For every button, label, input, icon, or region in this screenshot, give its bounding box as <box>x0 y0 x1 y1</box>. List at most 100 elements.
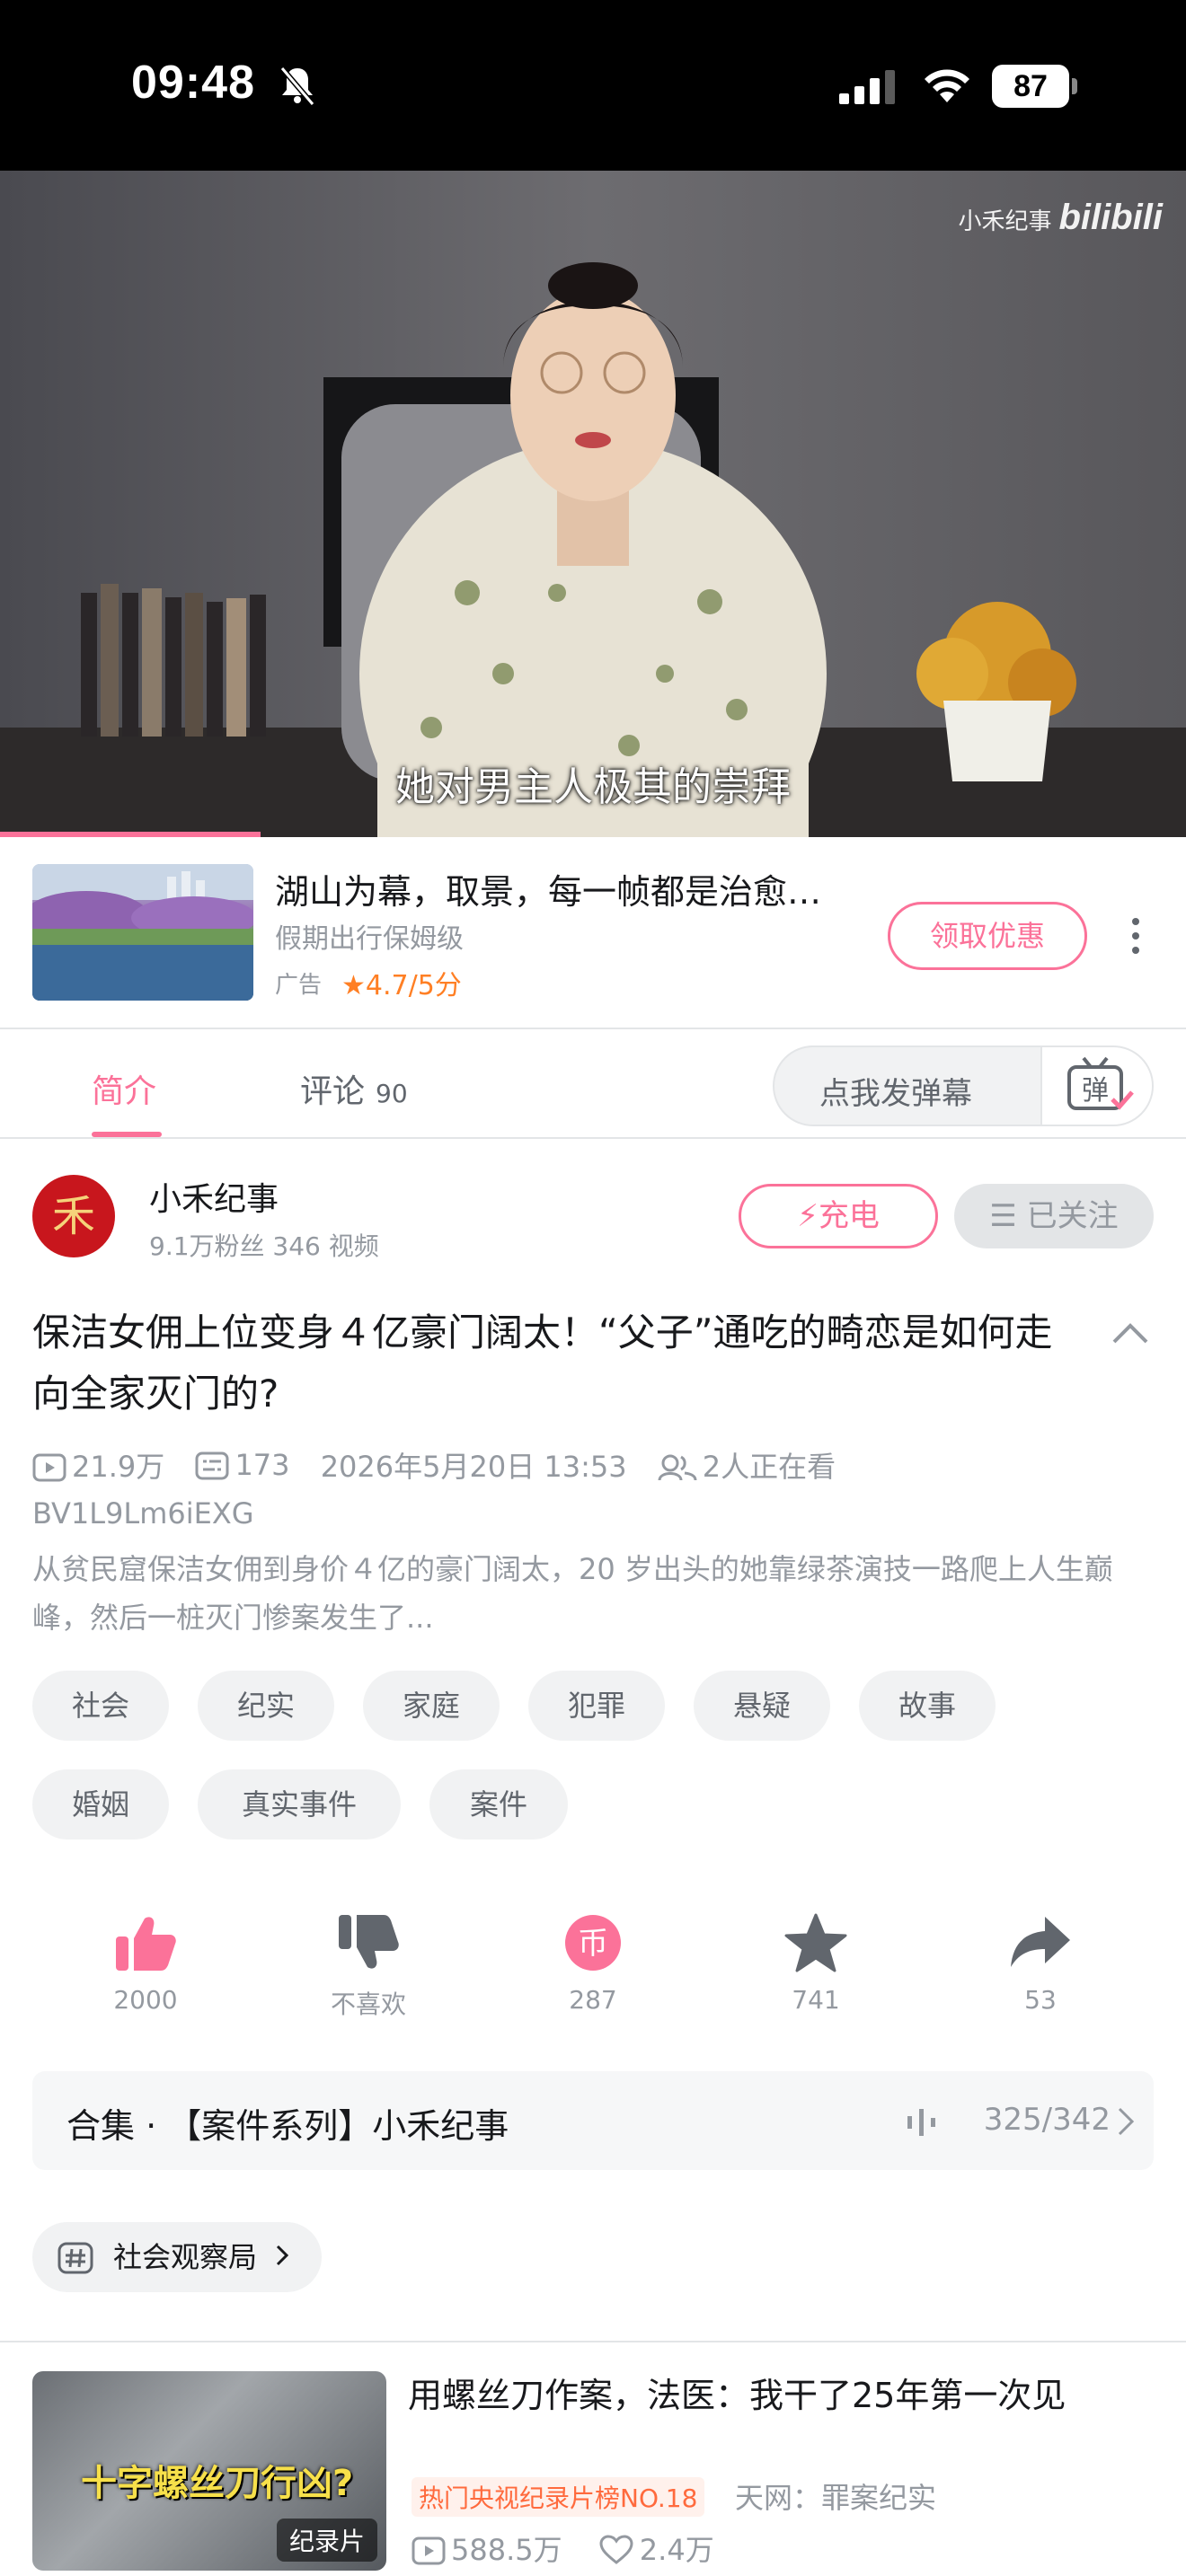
tag-chip[interactable]: 案件 <box>429 1769 568 1839</box>
recommended-stats: 588.5万 2.4万 <box>412 2527 741 2569</box>
uploader-avatar[interactable]: 禾 <box>32 1175 115 1257</box>
share-button[interactable]: 53 <box>951 1913 1130 2015</box>
video-subtitle: 她对男主人极其的崇拜 <box>395 764 791 810</box>
ad-rating-value: 4.7/5分 <box>365 970 462 1001</box>
publish-date: 2026年5月20日 13:53 <box>320 1450 627 1484</box>
status-time: 09:48 <box>131 57 255 109</box>
wifi-icon <box>925 69 969 102</box>
tag-chip[interactable]: 真实事件 <box>198 1769 401 1839</box>
tag-chip[interactable]: 犯罪 <box>528 1671 665 1741</box>
viewers-icon <box>658 1454 697 1481</box>
recommended-thumbnail[interactable]: 十字螺丝刀行凶? 纪录片 <box>32 2371 386 2571</box>
danmaku-placeholder: 点我发弹幕 <box>819 1076 972 1112</box>
category-badge: 纪录片 <box>276 2519 377 2562</box>
equalizer-icon <box>907 2109 935 2136</box>
like-button[interactable]: 2000 <box>56 1913 235 2015</box>
recommended-views: 588.5万 <box>412 2533 571 2567</box>
recommended-uploader[interactable]: 天网：罪案纪实 <box>735 2475 936 2517</box>
danmaku-tv-icon: 弹 <box>1067 1056 1134 1110</box>
danmaku-toggle-button[interactable]: 弹 <box>1040 1047 1152 1125</box>
action-bar: 2000 不喜欢 币 287 741 53 <box>0 1913 1186 2039</box>
section-divider <box>0 2341 1186 2342</box>
dislike-label: 不喜欢 <box>330 1989 406 2019</box>
recommended-likes: 2.4万 <box>598 2533 714 2567</box>
thumbnail-caption: 十字螺丝刀行凶? <box>81 2463 354 2504</box>
collection-progress: 325/342 <box>983 2102 1111 2138</box>
battery-icon: 87 <box>992 65 1078 108</box>
detail-tabs: 简介 评论 90 点我发弹幕 弹 <box>0 1031 1186 1139</box>
tag-chip[interactable]: 家庭 <box>363 1671 500 1741</box>
charge-label: 充电 <box>818 1198 880 1234</box>
follow-button[interactable]: ☰ 已关注 <box>954 1184 1154 1248</box>
video-frame <box>0 171 1186 837</box>
ranking-badge[interactable]: 热门央视纪录片榜NO.18 <box>412 2477 705 2517</box>
danmaku-input[interactable]: 点我发弹幕 弹 <box>773 1045 1154 1126</box>
favorite-count: 741 <box>792 1985 840 2015</box>
share-count: 53 <box>1024 1985 1057 2015</box>
topic-label: 社会观察局 <box>113 2240 258 2274</box>
thumbs-down-icon <box>339 1915 399 1969</box>
video-description: 从贫民窟保洁女佣到身价４亿的豪门阔太，20 岁出头的她靠绿茶演技一路爬上人生巅峰… <box>32 1552 1113 1635</box>
bell-muted-icon <box>279 66 315 106</box>
collection-bar[interactable]: 合集 · 【案件系列】小禾纪事 325/342 <box>32 2071 1154 2170</box>
play-count-icon <box>412 2536 446 2565</box>
tab-intro[interactable]: 简介 <box>92 1065 156 1112</box>
topic-chip[interactable]: 社会观察局 <box>32 2222 323 2292</box>
watermark-channel: 小禾纪事 <box>958 208 1052 235</box>
cellular-signal-icon <box>839 70 895 104</box>
tag-chip[interactable]: 故事 <box>859 1671 996 1741</box>
bvid[interactable]: BV1L9Lm6iEXG <box>32 1496 254 1531</box>
star-icon: ★ <box>341 970 366 1001</box>
ad-thumbnail[interactable] <box>32 864 253 1001</box>
uploader-name[interactable]: 小禾纪事 <box>149 1173 279 1220</box>
hashtag-icon <box>58 2242 93 2274</box>
video-stats: 21.9万 173 2026年5月20日 13:53 2人正在看 <box>32 1444 857 1486</box>
battery-level: 87 <box>992 65 1069 108</box>
collection-label: 合集 · 【案件系列】小禾纪事 <box>66 2106 509 2146</box>
tag-chip[interactable]: 婚姻 <box>32 1769 169 1839</box>
tag-chip[interactable]: 纪实 <box>198 1671 334 1741</box>
ad-label: 广告 <box>275 972 323 999</box>
thumbs-up-icon <box>116 1917 176 1971</box>
ad-title: 湖山为幕，取景，每一帧都是治愈… <box>275 872 822 912</box>
bilibili-logo: bilibili <box>1058 198 1163 237</box>
tab-comments[interactable]: 评论 90 <box>300 1065 408 1112</box>
svg-text:币: 币 <box>578 1926 608 1962</box>
tab-active-indicator <box>92 1132 162 1137</box>
play-count-icon <box>32 1453 66 1482</box>
follow-label: 已关注 <box>1026 1198 1119 1234</box>
ad-subtitle: 假期出行保姆级 <box>275 923 464 955</box>
video-watermark: 小禾纪事 bilibili <box>958 198 1163 238</box>
recommended-title[interactable]: 用螺丝刀作案，法医：我干了25年第一次见 <box>408 2368 1066 2417</box>
watching-now: 2人正在看 <box>658 1444 836 1486</box>
chevron-up-icon[interactable] <box>1111 1319 1150 1345</box>
ad-claim-button[interactable]: 领取优惠 <box>888 902 1087 970</box>
video-player[interactable]: 小禾纪事 bilibili 她对男主人极其的崇拜 <box>0 171 1186 837</box>
star-icon <box>784 1913 847 1972</box>
svg-text:弹: 弹 <box>1082 1075 1109 1107</box>
charge-button[interactable]: ⚡充电 <box>739 1184 938 1248</box>
menu-lines-icon: ☰ <box>989 1198 1017 1234</box>
coin-button[interactable]: 币 287 <box>503 1913 683 2015</box>
coin-icon: 币 <box>565 1915 621 1971</box>
uploader-meta: 9.1万粉丝 346 视频 <box>149 1231 379 1261</box>
chevron-right-icon <box>1118 2107 1135 2136</box>
ad-banner[interactable]: 湖山为幕，取景，每一帧都是治愈… 假期出行保姆级 广告 ★4.7/5分 领取优惠 <box>0 837 1186 1029</box>
chevron-right-icon <box>277 2245 289 2266</box>
more-vertical-icon[interactable] <box>1125 916 1146 956</box>
status-bar: 09:48 87 <box>0 0 1186 171</box>
video-title: 保洁女佣上位变身４亿豪门阔太！“父子”通吃的畸恋是如何走向全家灭门的? <box>32 1310 1053 1416</box>
tag-chip[interactable]: 社会 <box>32 1671 169 1741</box>
ad-rating: ★4.7/5分 <box>341 963 462 1002</box>
share-arrow-icon <box>1011 1917 1070 1967</box>
tab-comments-label: 评论 <box>300 1073 366 1110</box>
tag-chip[interactable]: 悬疑 <box>694 1671 830 1741</box>
lightning-icon: ⚡ <box>797 1198 819 1234</box>
view-count: 21.9万 <box>32 1444 164 1486</box>
favorite-button[interactable]: 741 <box>726 1913 906 2015</box>
tab-comments-count: 90 <box>376 1079 408 1108</box>
like-count: 2000 <box>113 1985 178 2015</box>
danmaku-count-icon <box>195 1451 229 1480</box>
danmaku-count: 173 <box>195 1448 290 1482</box>
dislike-button[interactable]: 不喜欢 <box>279 1913 458 2021</box>
